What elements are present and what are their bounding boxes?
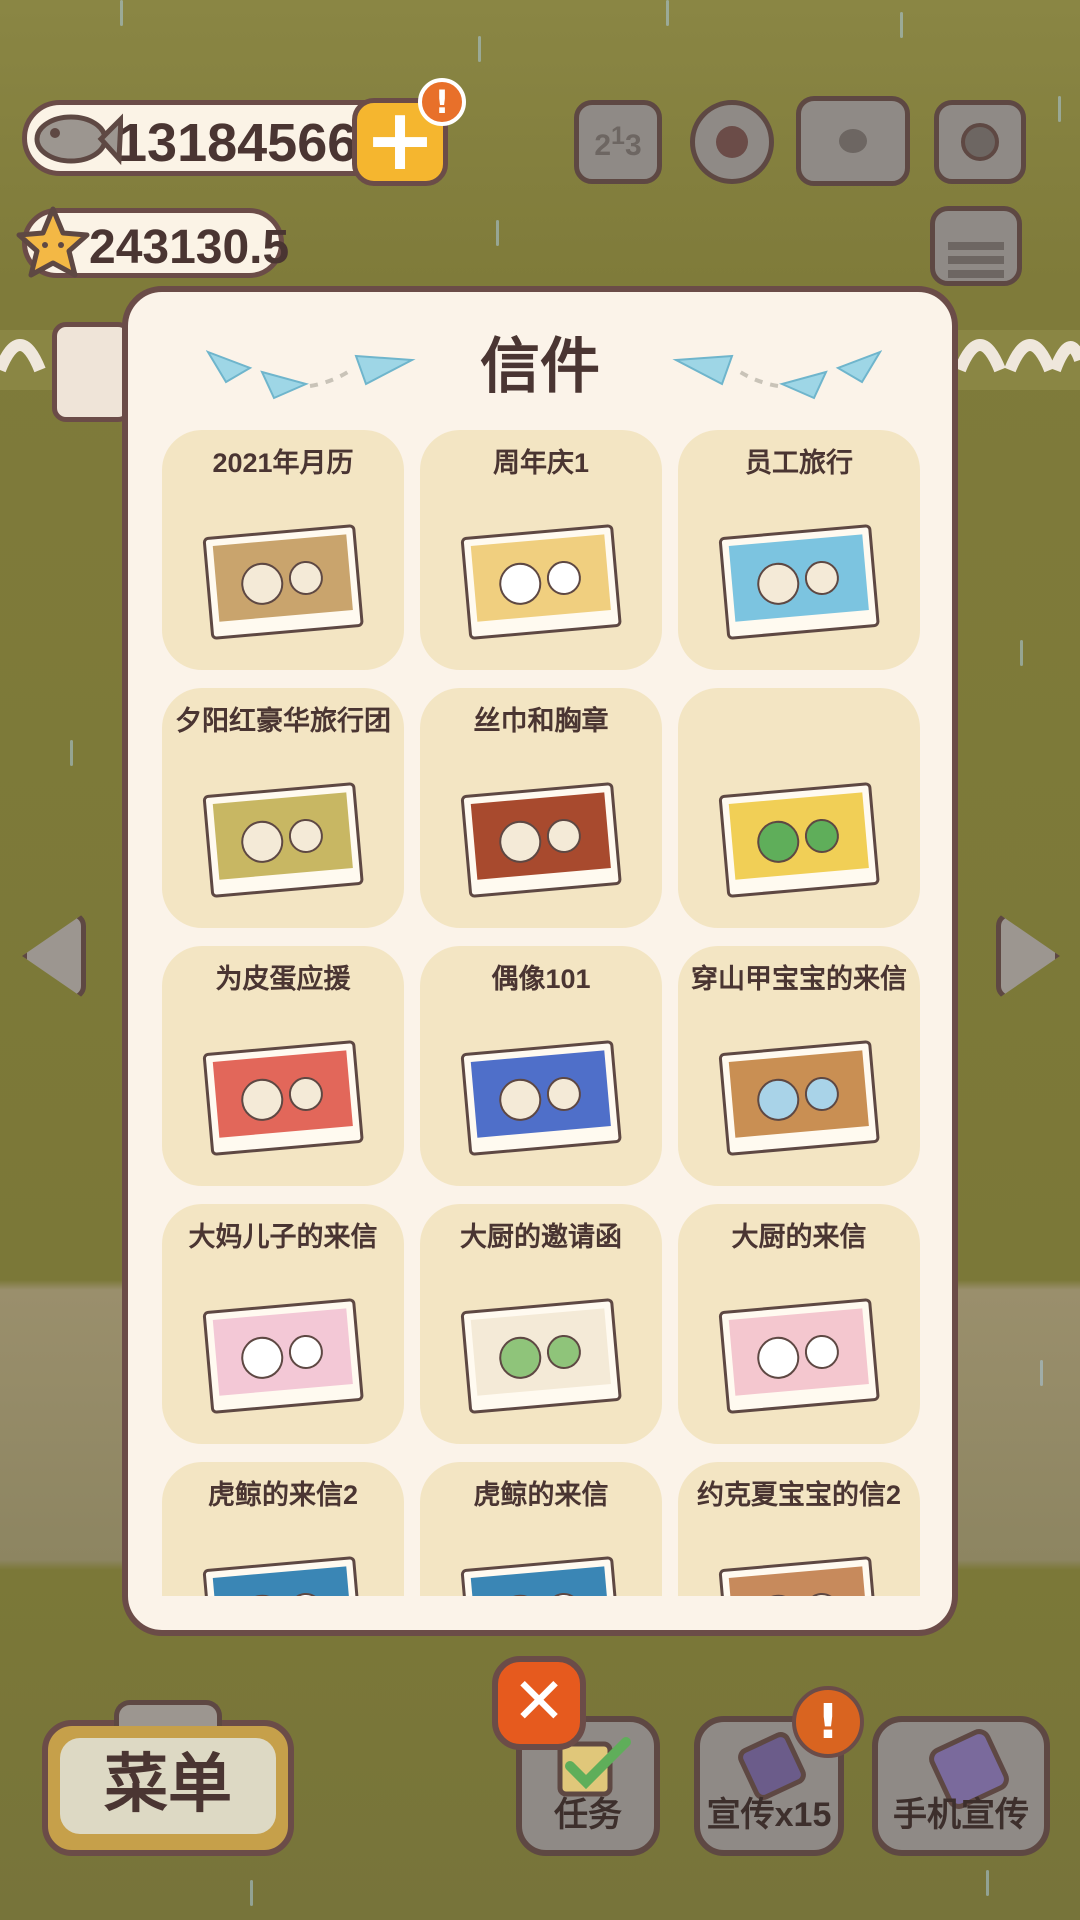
phone-promotion-button[interactable]: 手机宣传 <box>872 1716 1050 1856</box>
phone-promotion-button-label: 手机宣传 <box>893 1796 1029 1834</box>
prev-page-arrow[interactable] <box>22 912 86 1000</box>
fan-sign-icon <box>182 1026 384 1166</box>
letter-card[interactable]: 虎鲸的来信2 <box>162 1462 404 1596</box>
letter-card[interactable]: 大厨的来信 <box>678 1204 920 1444</box>
promotion-alert-badge: ! <box>792 1686 864 1758</box>
orca-photo-icon <box>182 1542 384 1596</box>
letter-card-title: 虎鲸的来信2 <box>207 1480 359 1510</box>
star-icon <box>16 206 90 278</box>
gear-icon[interactable] <box>690 100 774 184</box>
letter-card-title: 约克夏宝宝的信2 <box>696 1480 902 1510</box>
letter-card-title: 2021年月历 <box>212 448 354 478</box>
letter-card[interactable] <box>678 688 920 928</box>
letter-card[interactable]: 2021年月历 <box>162 430 404 670</box>
orca-photo-icon <box>440 1542 642 1596</box>
clipboard-clip-icon <box>114 1700 222 1726</box>
dialog-title: 信件 <box>480 333 600 400</box>
letter-card[interactable]: 偶像101 <box>420 946 662 1186</box>
letter-card-title: 大厨的来信 <box>731 1222 867 1252</box>
calendar-icon <box>182 510 384 650</box>
group-photo-icon <box>698 1284 900 1424</box>
letters-grid: 2021年月历 周年庆1 员工旅行夕阳红豪华旅行团 丝巾和胸章为皮蛋应援 偶像101 穿山… <box>162 430 922 1596</box>
letter-card[interactable]: 虎鲸的来信 <box>420 1462 662 1596</box>
letters-dialog: 信件 2021年月历 周年庆1 员工旅行夕阳红豪华旅行团 丝巾和胸章为皮蛋应援 偶像10… <box>122 286 958 1636</box>
cake-photo-icon <box>440 510 642 650</box>
letter-card-title: 周年庆1 <box>492 448 590 478</box>
travel-photos-icon <box>698 510 900 650</box>
brochure-icon <box>182 768 384 908</box>
letter-card[interactable]: 丝巾和胸章 <box>420 688 662 928</box>
letter-card[interactable]: 员工旅行 <box>678 430 920 670</box>
menu-button-label: 菜单 <box>60 1738 276 1834</box>
poster-icon <box>698 768 900 908</box>
letter-card-title: 夕阳红豪华旅行团 <box>175 706 391 736</box>
letter-card-title: 大厨的邀请函 <box>460 1222 622 1252</box>
star-amount: 243130.5 <box>89 221 290 274</box>
yorkie-photo-icon <box>698 1542 900 1596</box>
letter-card[interactable]: 周年庆1 <box>420 430 662 670</box>
letter-card-title: 虎鲸的来信 <box>473 1480 609 1510</box>
add-currency-alert-badge: ! <box>418 78 466 126</box>
letter-card-title: 大妈儿子的来信 <box>188 1222 378 1252</box>
letter-card[interactable]: 为皮蛋应援 <box>162 946 404 1186</box>
letter-card[interactable]: 大妈儿子的来信 <box>162 1204 404 1444</box>
invitation-card-icon <box>440 1284 642 1424</box>
paris-photo-icon <box>182 1284 384 1424</box>
fish-amount: 13184566 <box>117 113 358 173</box>
camera-icon[interactable] <box>934 100 1026 184</box>
menu-button[interactable]: 菜单 <box>42 1700 294 1856</box>
letter-card-title: 为皮蛋应援 <box>215 964 351 994</box>
pangolin-photo-icon <box>698 1026 900 1166</box>
letter-card[interactable]: 夕阳红豪华旅行团 <box>162 688 404 928</box>
letter-card-title: 员工旅行 <box>745 448 853 478</box>
letter-card[interactable]: 约克夏宝宝的信2 <box>678 1462 920 1596</box>
letter-card-title: 丝巾和胸章 <box>473 706 609 736</box>
shop-building <box>52 322 132 422</box>
promotion-button-label: 宣传x15 <box>706 1796 832 1834</box>
ranking-icon[interactable]: 213 <box>574 100 662 184</box>
star-currency: 243130.5 <box>16 206 289 278</box>
newspaper-icon[interactable] <box>930 206 1022 286</box>
paw-book-icon[interactable] <box>796 96 910 186</box>
close-button[interactable]: ✕ <box>492 1656 586 1750</box>
task-button-label: 任务 <box>554 1796 622 1834</box>
letter-card-title: 穿山甲宝宝的来信 <box>691 964 907 994</box>
letter-card[interactable]: 穿山甲宝宝的来信 <box>678 946 920 1186</box>
letter-card-title: 偶像101 <box>491 964 591 994</box>
letter-card[interactable]: 大厨的邀请函 <box>420 1204 662 1444</box>
next-page-arrow[interactable] <box>996 912 1060 1000</box>
idol-card-icon <box>440 1026 642 1166</box>
scarf-badge-icon <box>440 768 642 908</box>
fish-icon <box>34 113 123 166</box>
